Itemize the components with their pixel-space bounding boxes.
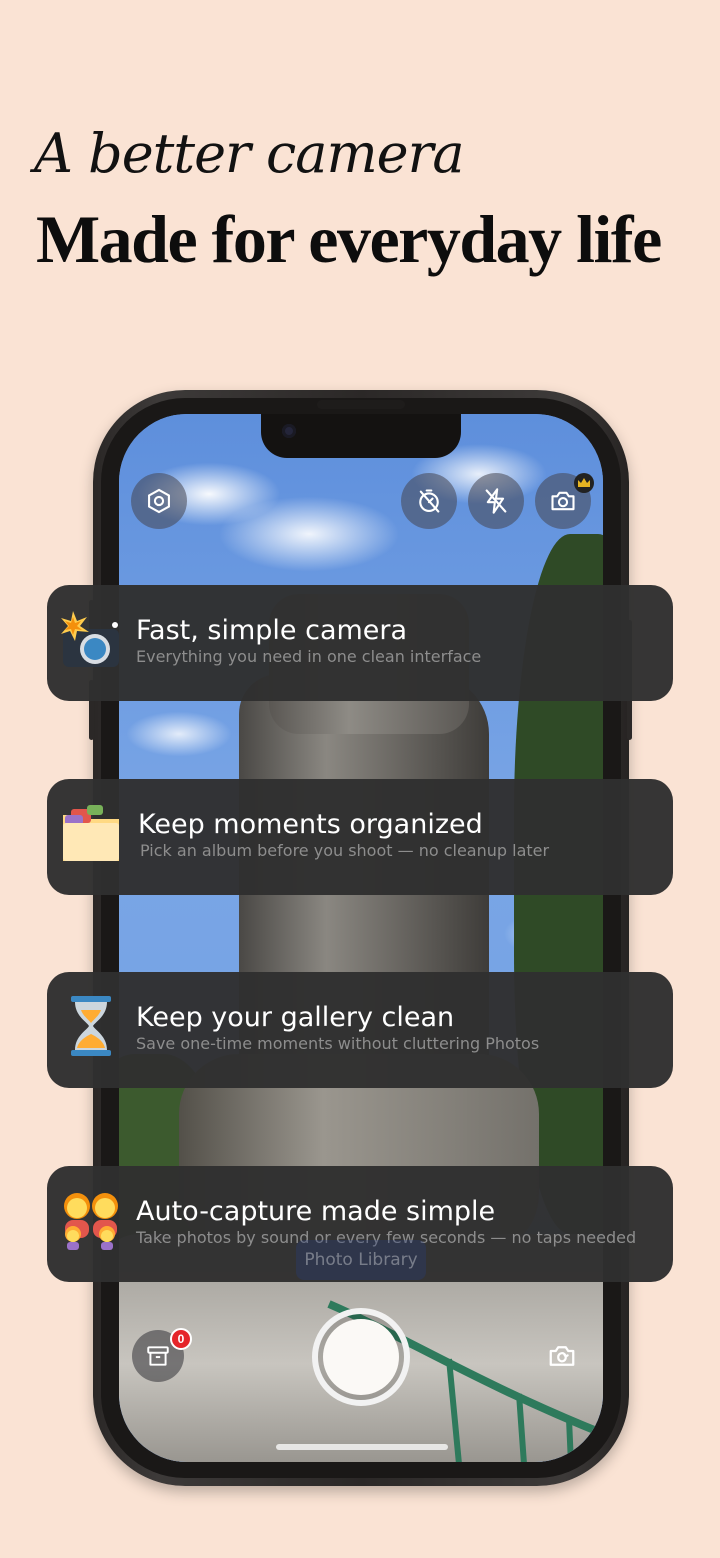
feature-title: Auto-capture made simple — [136, 1196, 496, 1227]
flip-camera-icon — [549, 1346, 575, 1366]
feature-title: Keep moments organized — [138, 809, 483, 840]
folder-emoji-icon — [63, 805, 119, 861]
photo-library-button[interactable]: Photo Library — [296, 1240, 426, 1280]
feature-title: Keep your gallery clean — [136, 1002, 455, 1033]
camera-icon — [551, 491, 575, 511]
crown-icon — [578, 478, 590, 487]
feature-subtitle: Save one-time moments without cluttering… — [136, 1034, 540, 1053]
flip-camera-button[interactable] — [536, 1330, 588, 1382]
feature-card-organized: Keep moments organized Pick an album bef… — [47, 779, 673, 895]
shutter-button[interactable] — [312, 1308, 410, 1406]
settings-button[interactable] — [131, 473, 187, 529]
feature-title: Fast, simple camera — [136, 615, 408, 646]
earpiece-speaker — [317, 400, 405, 409]
feature-subtitle: Everything you need in one clean interfa… — [136, 647, 482, 666]
tagline: A better camera — [34, 122, 465, 185]
settings-icon — [148, 488, 170, 514]
timer-button[interactable] — [401, 473, 457, 529]
archive-box-icon — [147, 1346, 169, 1366]
hourglass-emoji-icon — [71, 996, 111, 1056]
flash-button[interactable] — [468, 473, 524, 529]
archive-count-badge: 0 — [170, 1328, 192, 1350]
camera-flash-emoji-icon — [61, 611, 119, 667]
home-indicator — [276, 1444, 448, 1450]
feature-card-fast-camera: Fast, simple camera Everything you need … — [47, 585, 673, 701]
feature-card-gallery-clean: Keep your gallery clean Save one-time mo… — [47, 972, 673, 1088]
headline: Made for everyday life — [36, 201, 662, 277]
flash-off-icon — [485, 488, 507, 514]
camera-viewfinder[interactable] — [119, 414, 603, 1462]
shutter-inner — [323, 1319, 399, 1395]
front-camera-lens — [282, 424, 296, 438]
premium-badge — [574, 473, 594, 493]
people-emoji-icon — [64, 1193, 118, 1250]
timer-off-icon — [419, 489, 440, 513]
feature-subtitle: Pick an album before you shoot — no clea… — [140, 841, 550, 860]
